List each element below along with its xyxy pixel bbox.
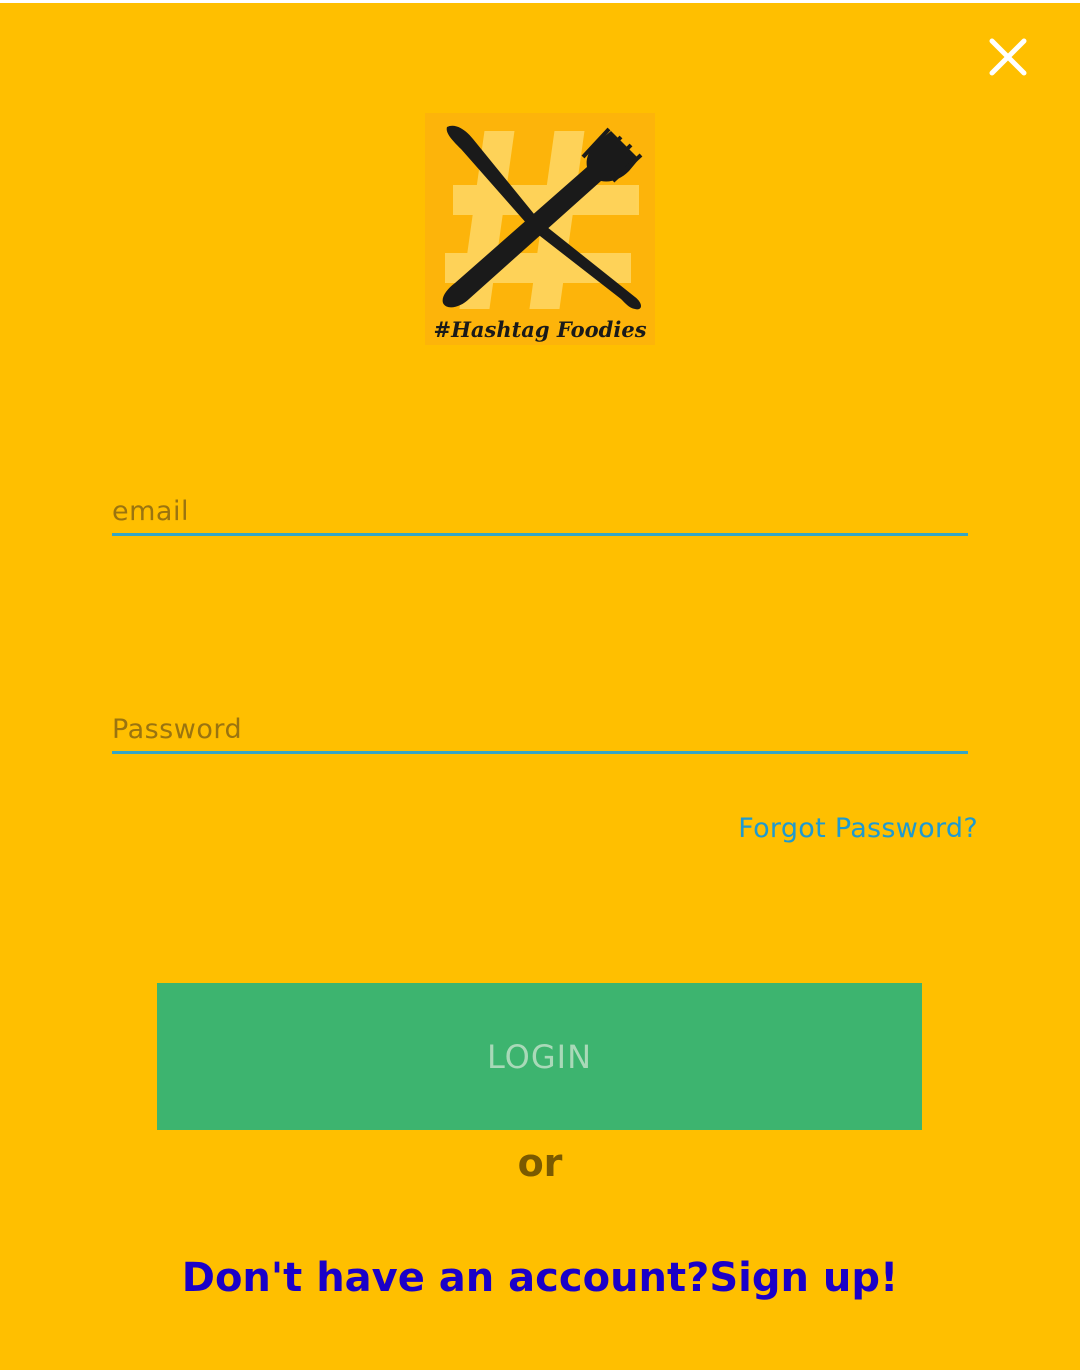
crossed-knife-fork-hashtag-logo-icon: #Hashtag Foodies xyxy=(433,125,647,342)
password-field[interactable] xyxy=(112,714,968,751)
login-screen: #Hashtag Foodies Forgot Password? LOGIN … xyxy=(0,3,1080,1370)
signup-link[interactable]: Don't have an account?Sign up! xyxy=(0,1255,1080,1301)
app-logo: #Hashtag Foodies xyxy=(425,113,655,345)
email-field-container xyxy=(112,496,968,536)
forgot-password-link[interactable]: Forgot Password? xyxy=(738,813,978,844)
logo-text: #Hashtag Foodies xyxy=(433,317,646,342)
or-divider-text: or xyxy=(517,1141,563,1185)
close-icon xyxy=(989,38,1027,76)
login-button[interactable]: LOGIN xyxy=(157,983,922,1130)
email-field[interactable] xyxy=(112,496,968,533)
close-button[interactable] xyxy=(986,35,1030,79)
password-field-container xyxy=(112,714,968,754)
